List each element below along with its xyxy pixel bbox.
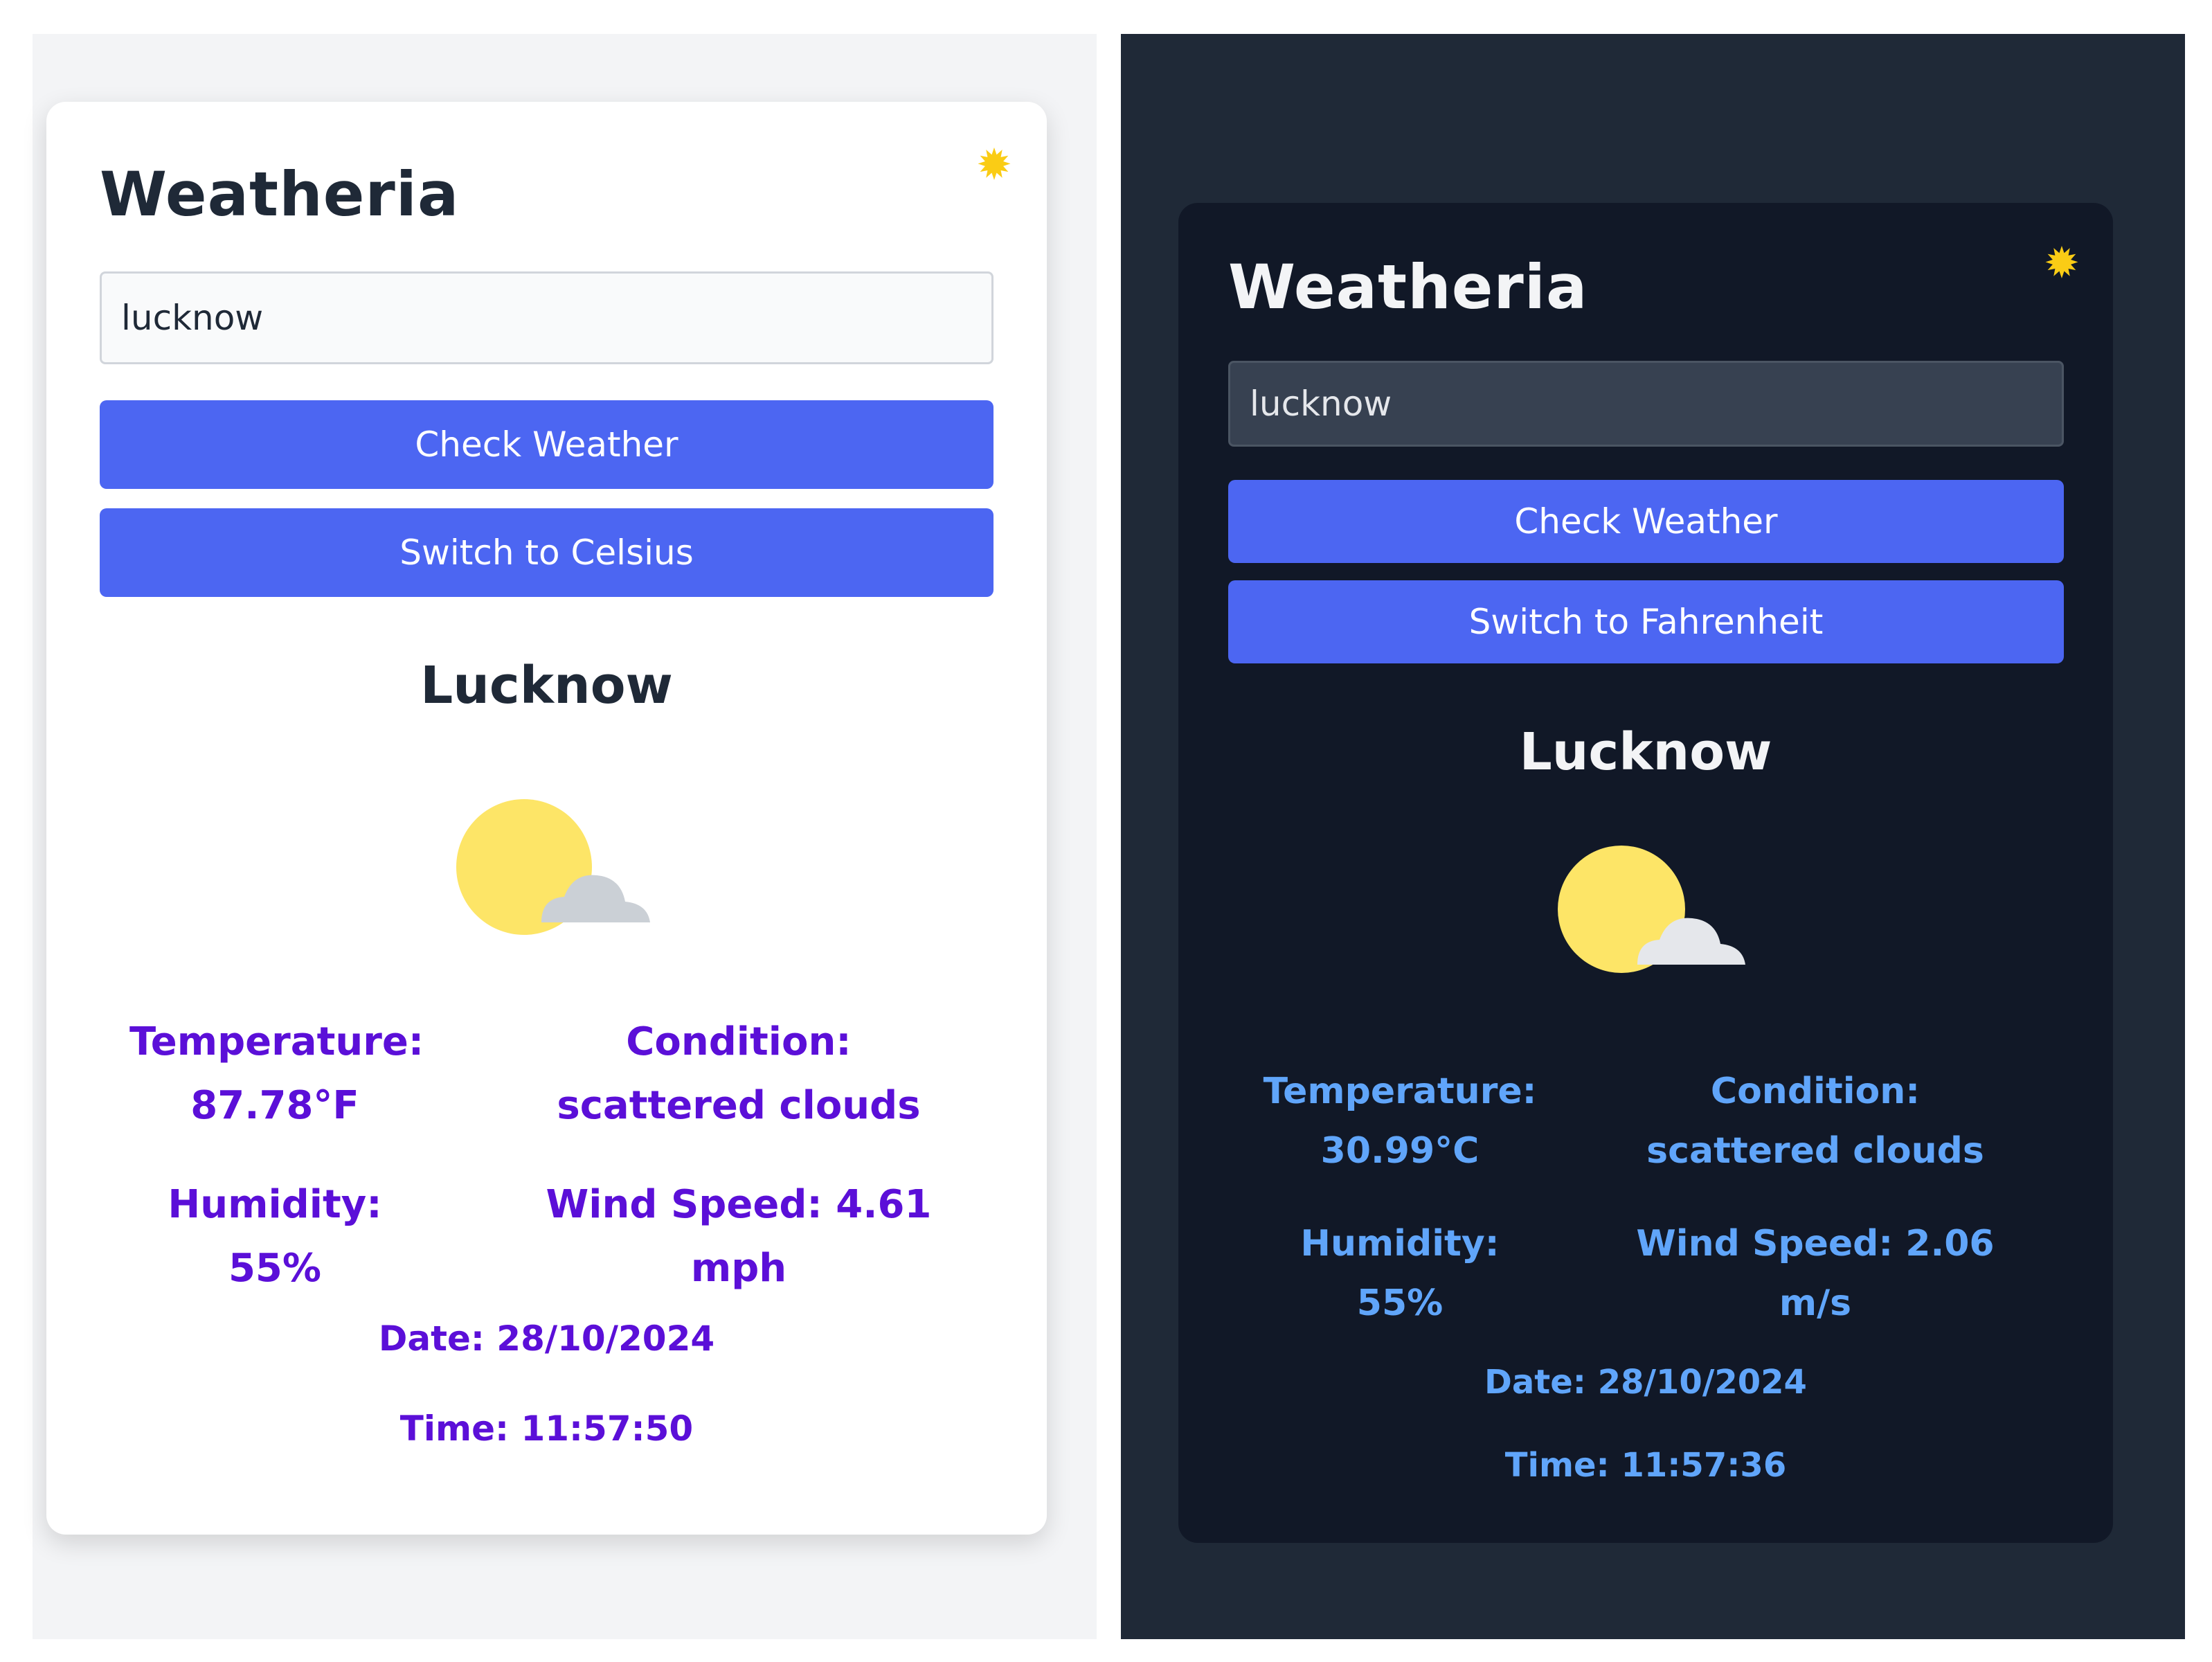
app-title: Weatheria — [100, 159, 460, 230]
city-name: Lucknow — [1519, 722, 1772, 782]
humidity-text: Humidity: 55% — [168, 1182, 382, 1291]
condition-text: Condition: scattered clouds — [1646, 1071, 1984, 1172]
weather-card: ✹ Weatheria Check Weather Switch to Cels… — [46, 102, 1047, 1535]
condition-text: Condition: scattered clouds — [557, 1019, 921, 1128]
partly-cloudy-icon — [456, 799, 650, 935]
app-title: Weatheria — [1228, 251, 1588, 323]
city-name: Lucknow — [420, 656, 673, 715]
check-weather-button[interactable]: Check Weather — [100, 400, 993, 489]
partly-cloudy-icon — [1558, 846, 1745, 973]
wind-speed-text: Wind Speed: 2.06 m/s — [1636, 1223, 1995, 1324]
sun-icon[interactable]: ✹ — [2044, 242, 2080, 285]
temperature-text: Temperature: 30.99°C — [1263, 1071, 1537, 1172]
city-input[interactable] — [100, 271, 993, 364]
switch-unit-button[interactable]: Switch to Celsius — [100, 508, 993, 597]
date-text: Date: 28/10/2024 — [1484, 1363, 1807, 1402]
temperature-text: Temperature: 87.78°F — [129, 1019, 424, 1128]
sun-icon[interactable]: ✹ — [976, 143, 1012, 186]
wind-speed-text: Wind Speed: 4.61 mph — [546, 1182, 932, 1291]
date-text: Date: 28/10/2024 — [378, 1319, 715, 1359]
switch-unit-button[interactable]: Switch to Fahrenheit — [1228, 580, 2064, 663]
check-weather-button[interactable]: Check Weather — [1228, 480, 2064, 563]
time-text: Time: 11:57:36 — [1504, 1446, 1787, 1485]
time-text: Time: 11:57:50 — [399, 1409, 694, 1449]
city-input[interactable] — [1228, 361, 2064, 447]
weather-card: ✹ Weatheria Check Weather Switch to Fahr… — [1178, 203, 2113, 1543]
dark-theme-screen: ✹ Weatheria Check Weather Switch to Fahr… — [1121, 34, 2185, 1639]
humidity-text: Humidity: 55% — [1300, 1223, 1500, 1324]
light-theme-screen: ✹ Weatheria Check Weather Switch to Cels… — [33, 34, 1097, 1639]
